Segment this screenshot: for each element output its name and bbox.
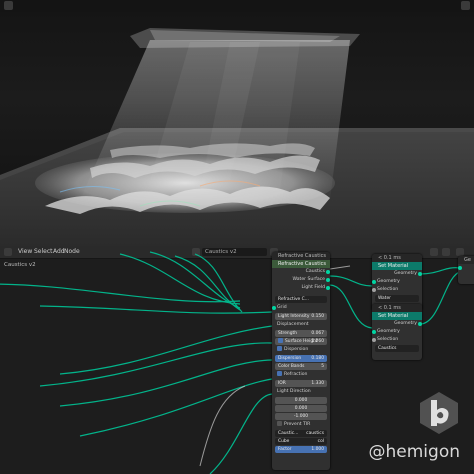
socket-geometry-in[interactable]	[372, 280, 376, 284]
set-material-node-water[interactable]: < 0.1 ms Set Material Geometry Geometry …	[372, 254, 422, 310]
prevent-tir-toggle[interactable]: Prevent TIR	[272, 421, 330, 429]
prevent-tir-checkbox[interactable]	[277, 421, 282, 426]
node-title[interactable]: Ge	[458, 256, 474, 264]
socket-selection[interactable]	[372, 338, 376, 342]
watermark-text: @hemigon	[368, 442, 460, 462]
surface-height-checkbox[interactable]	[278, 338, 283, 343]
node-timing: < 0.1 ms	[372, 304, 422, 312]
socket-water-surface[interactable]	[326, 278, 330, 282]
surface-height-field[interactable]: Surface Height 1.260	[275, 338, 327, 345]
light-direction-label: Light Direction	[277, 389, 311, 394]
refraction-checkbox[interactable]	[277, 371, 282, 376]
geometry-node-editor[interactable]: View Select Add Node Caustics v2 Caustic…	[0, 246, 474, 474]
viewport-mode-icon[interactable]	[4, 1, 13, 10]
input-geometry[interactable]	[458, 264, 474, 272]
light-direction-z[interactable]: -1.000	[275, 413, 327, 420]
cube-material-field[interactable]: Cube col	[275, 438, 327, 445]
displacement-label: Displacement	[277, 322, 309, 327]
light-direction-x[interactable]: 0.000	[275, 397, 327, 404]
hemigon-logo-icon	[420, 392, 458, 434]
group-selector-field[interactable]: Refractive C...	[275, 296, 327, 303]
input-selection[interactable]: Selection	[372, 336, 422, 344]
socket-light-field[interactable]	[326, 286, 330, 290]
socket-geometry-out[interactable]	[418, 272, 422, 276]
3d-viewport[interactable]	[0, 0, 474, 246]
input-grid[interactable]: Grid	[272, 304, 330, 312]
socket-selection[interactable]	[372, 288, 376, 292]
dispersion-value-field[interactable]: Dispersion 0.180	[275, 355, 327, 362]
dispersion-checkbox[interactable]	[277, 346, 282, 351]
light-intensity-field[interactable]: Light Intensity 0.150	[275, 313, 327, 320]
refractive-caustics-node[interactable]: Refractive Caustics Refractive Caustics …	[272, 252, 330, 470]
node-title[interactable]: Refractive Caustics	[272, 260, 330, 268]
input-selection[interactable]: Selection	[372, 286, 422, 294]
group-output-node[interactable]: Ge	[458, 256, 474, 284]
set-material-node-caustics[interactable]: < 0.1 ms Set Material Geometry Geometry …	[372, 304, 422, 360]
node-title[interactable]: Set Material	[372, 312, 422, 320]
dispersion-toggle[interactable]: Dispersion	[272, 346, 330, 354]
refraction-toggle[interactable]: Refraction	[272, 371, 330, 379]
node-pre-title: Refractive Caustics	[272, 252, 330, 260]
socket-geometry-in[interactable]	[458, 266, 462, 270]
output-light-field[interactable]: Light Field	[272, 284, 330, 292]
material-field[interactable]: Caustics	[375, 345, 419, 352]
caustics-material-field[interactable]: Caustic... caustics	[275, 430, 327, 437]
viewport-header	[0, 0, 474, 12]
node-timing: < 0.1 ms	[372, 254, 422, 262]
socket-geometry-out[interactable]	[418, 322, 422, 326]
socket-caustics[interactable]	[326, 270, 330, 274]
output-water-surface[interactable]: Water Surface	[272, 276, 330, 284]
ior-field[interactable]: IOR 1.330	[275, 380, 327, 387]
strength-field[interactable]: Strength 0.067	[275, 330, 327, 337]
output-caustics[interactable]: Caustics	[272, 268, 330, 276]
socket-grid[interactable]	[272, 306, 276, 310]
light-direction-y[interactable]: 0.000	[275, 405, 327, 412]
factor-field[interactable]: Factor 1.000	[275, 446, 327, 453]
output-geometry[interactable]: Geometry	[372, 270, 422, 278]
node-title[interactable]: Set Material	[372, 262, 422, 270]
color-bands-field[interactable]: Color Bands 5	[275, 363, 327, 370]
input-geometry[interactable]: Geometry	[372, 278, 422, 286]
viewport-render	[0, 28, 474, 246]
material-field[interactable]: Water	[375, 295, 419, 302]
output-geometry[interactable]: Geometry	[372, 320, 422, 328]
socket-geometry-in[interactable]	[372, 330, 376, 334]
input-geometry[interactable]: Geometry	[372, 328, 422, 336]
viewport-options-icon[interactable]	[461, 1, 470, 10]
